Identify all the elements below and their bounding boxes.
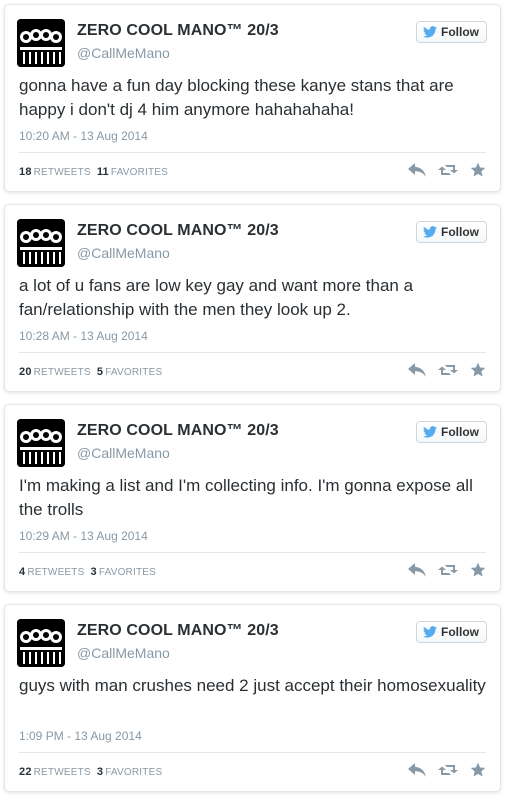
retweet-icon[interactable] (438, 363, 458, 382)
reply-icon[interactable] (408, 763, 426, 782)
tweet-card: ZERO COOL MANO™ 20/3 @CallMeMano Follow … (4, 204, 501, 392)
tweet-card: ZERO COOL MANO™ 20/3 @CallMeMano Follow … (4, 604, 501, 792)
twitter-bird-icon (423, 426, 437, 438)
twitter-bird-icon (423, 26, 437, 38)
twitter-bird-icon (423, 226, 437, 238)
follow-label: Follow (441, 625, 479, 639)
tweet-timestamp[interactable]: 10:20 AM - 13 Aug 2014 (19, 129, 148, 143)
favorites-count[interactable]: 11 (97, 166, 109, 178)
retweet-icon[interactable] (438, 763, 458, 782)
twitter-bird-icon (423, 626, 437, 638)
tweet-text: guys with man crushes need 2 just accept… (19, 676, 486, 695)
user-handle[interactable]: @CallMeMano (77, 45, 170, 61)
tweet-text: I'm making a list and I'm collecting inf… (19, 476, 473, 519)
user-handle[interactable]: @CallMeMano (77, 245, 170, 261)
tweet-stats: 18 RETWEETS 11 FAVORITES (19, 166, 168, 178)
tweet-timestamp[interactable]: 10:29 AM - 13 Aug 2014 (19, 529, 148, 543)
divider (19, 152, 486, 153)
divider (19, 552, 486, 553)
favorites-label: FAVORITES (105, 367, 163, 378)
avatar-image (17, 619, 65, 667)
tweet-card: ZERO COOL MANO™ 20/3 @CallMeMano Follow … (4, 4, 501, 192)
follow-label: Follow (441, 425, 479, 439)
tweet-card: ZERO COOL MANO™ 20/3 @CallMeMano Follow … (4, 404, 501, 592)
favorites-label: FAVORITES (105, 767, 163, 778)
star-icon[interactable] (470, 362, 486, 383)
display-name[interactable]: ZERO COOL MANO™ 20/3 (77, 422, 279, 440)
retweet-icon[interactable] (438, 163, 458, 182)
retweets-label: RETWEETS (33, 767, 91, 778)
display-name[interactable]: ZERO COOL MANO™ 20/3 (77, 222, 279, 240)
avatar[interactable] (17, 419, 65, 467)
star-icon[interactable] (470, 162, 486, 183)
tweet-actions (408, 362, 486, 383)
avatar-image (17, 419, 65, 467)
tweet-actions (408, 162, 486, 183)
avatar-image (17, 219, 65, 267)
user-handle[interactable]: @CallMeMano (77, 445, 170, 461)
favorites-label: FAVORITES (98, 567, 157, 578)
retweets-count[interactable]: 4 (19, 566, 25, 578)
retweet-icon[interactable] (438, 563, 458, 582)
avatar[interactable] (17, 19, 65, 67)
follow-label: Follow (441, 225, 479, 239)
reply-icon[interactable] (408, 363, 426, 382)
follow-button[interactable]: Follow (416, 21, 487, 43)
display-name[interactable]: ZERO COOL MANO™ 20/3 (77, 622, 279, 640)
tweet-text: gonna have a fun day blocking these kany… (19, 76, 454, 119)
retweets-label: RETWEETS (27, 567, 85, 578)
tweet-stats: 4 RETWEETS 3 FAVORITES (19, 566, 156, 578)
user-handle[interactable]: @CallMeMano (77, 645, 170, 661)
retweets-label: RETWEETS (33, 167, 91, 178)
avatar-image (17, 19, 65, 67)
tweet-timestamp[interactable]: 10:28 AM - 13 Aug 2014 (19, 329, 148, 343)
star-icon[interactable] (470, 762, 486, 783)
retweets-count[interactable]: 18 (19, 166, 32, 178)
divider (19, 752, 486, 753)
follow-button[interactable]: Follow (416, 221, 487, 243)
avatar[interactable] (17, 219, 65, 267)
favorites-count[interactable]: 3 (91, 566, 97, 578)
retweets-count[interactable]: 20 (19, 366, 32, 378)
star-icon[interactable] (470, 562, 486, 583)
favorites-count[interactable]: 3 (97, 766, 103, 778)
tweet-stats: 20 RETWEETS 5 FAVORITES (19, 366, 162, 378)
tweet-timestamp[interactable]: 1:09 PM - 13 Aug 2014 (19, 729, 142, 743)
tweet-actions (408, 762, 486, 783)
tweet-feed: ZERO COOL MANO™ 20/3 @CallMeMano Follow … (0, 0, 507, 800)
retweets-count[interactable]: 22 (19, 766, 32, 778)
display-name[interactable]: ZERO COOL MANO™ 20/3 (77, 22, 279, 40)
favorites-label: FAVORITES (110, 167, 169, 178)
divider (19, 352, 486, 353)
tweet-text: a lot of u fans are low key gay and want… (19, 276, 414, 319)
follow-label: Follow (441, 25, 479, 39)
reply-icon[interactable] (408, 163, 426, 182)
favorites-count[interactable]: 5 (97, 366, 103, 378)
reply-icon[interactable] (408, 563, 426, 582)
tweet-actions (408, 562, 486, 583)
avatar[interactable] (17, 619, 65, 667)
follow-button[interactable]: Follow (416, 421, 487, 443)
follow-button[interactable]: Follow (416, 621, 487, 643)
tweet-stats: 22 RETWEETS 3 FAVORITES (19, 766, 162, 778)
retweets-label: RETWEETS (33, 367, 91, 378)
